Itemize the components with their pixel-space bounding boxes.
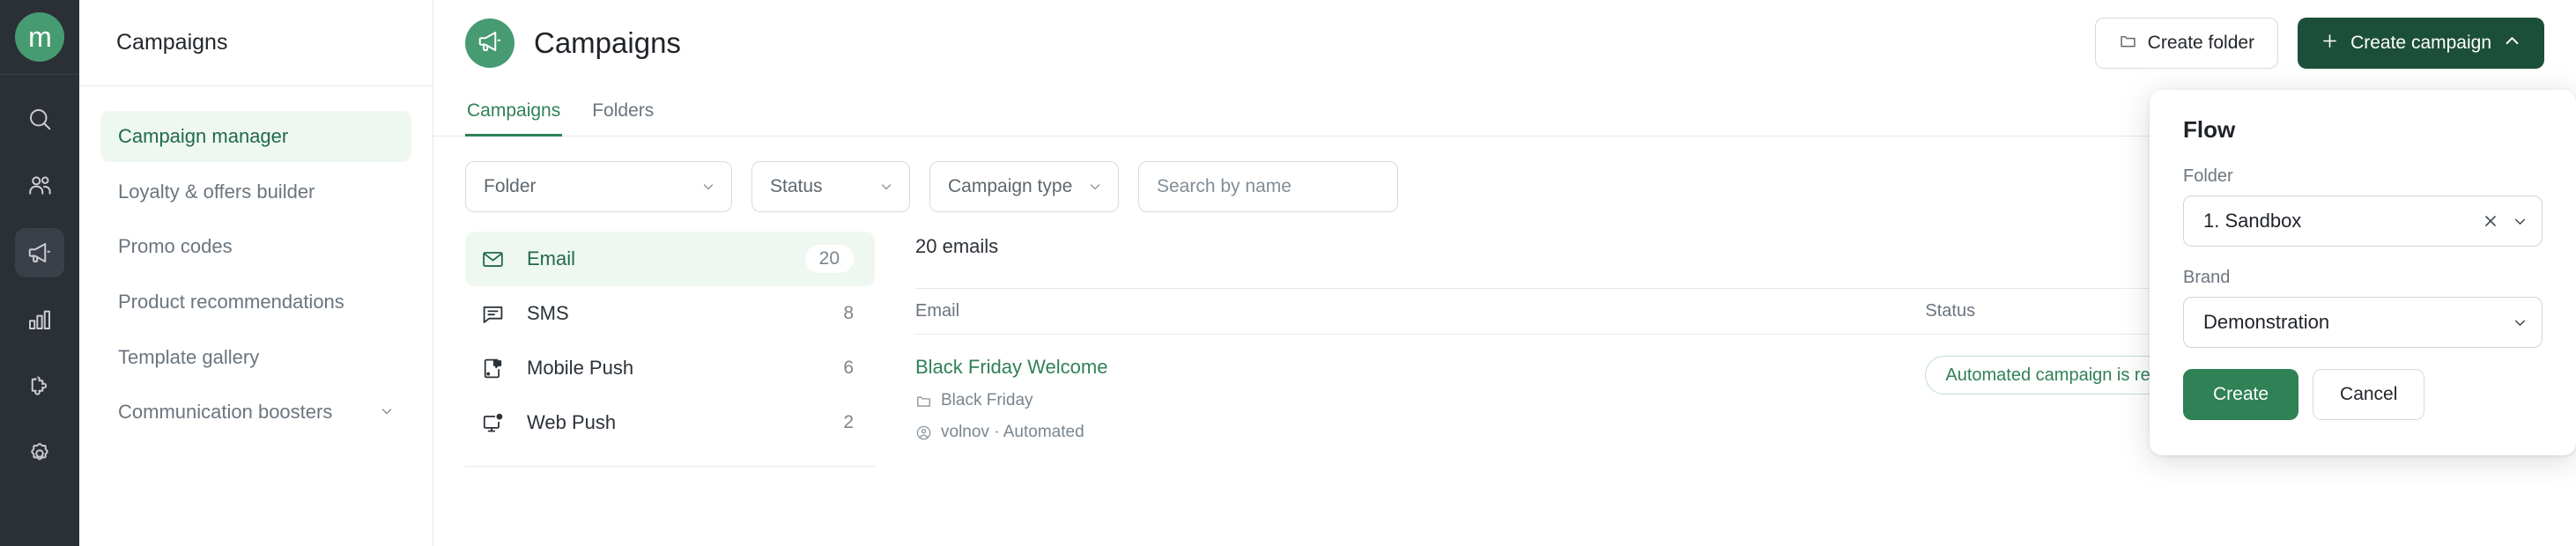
tab-campaigns[interactable]: Campaigns xyxy=(465,92,563,136)
create-campaign-button[interactable]: Create campaign xyxy=(2298,18,2544,69)
cell-email: Black Friday Welcome Black Friday volnov… xyxy=(915,335,1925,443)
folder-filter-select[interactable]: Folder xyxy=(465,161,732,212)
sidebar-item-campaign-manager[interactable]: Campaign manager xyxy=(100,111,411,162)
web-push-icon xyxy=(481,411,507,435)
page-title: Campaigns xyxy=(534,26,681,59)
rail-item-list xyxy=(15,75,64,478)
chevron-down-icon xyxy=(2513,315,2528,330)
folder-filter-label: Folder xyxy=(484,176,537,196)
secondary-nav-header: Campaigns xyxy=(79,0,433,86)
popover-folder-value: 1. Sandbox xyxy=(2203,210,2302,232)
channel-label: Web Push xyxy=(527,411,617,433)
sidebar-item-label: Communication boosters xyxy=(118,401,333,424)
folder-icon xyxy=(2119,32,2137,55)
channel-item-mobile-push[interactable]: Mobile Push 6 xyxy=(465,341,875,395)
page-avatar xyxy=(465,18,514,68)
rail-item-settings[interactable] xyxy=(15,429,64,478)
secondary-nav: Campaigns Campaign manager Loyalty & off… xyxy=(79,0,433,546)
popover-brand-label: Brand xyxy=(2183,268,2231,287)
rail-item-contacts[interactable] xyxy=(15,161,64,210)
chevron-down-icon xyxy=(2513,214,2528,229)
channel-label: SMS xyxy=(527,302,569,324)
channel-item-sms[interactable]: SMS 8 xyxy=(465,286,875,341)
search-icon xyxy=(26,106,53,132)
search-input[interactable] xyxy=(1138,161,1398,212)
create-folder-label: Create folder xyxy=(2147,33,2255,53)
mobile-push-icon xyxy=(481,357,507,380)
status-filter-select[interactable]: Status xyxy=(751,161,910,212)
channel-item-web-push[interactable]: Web Push 2 xyxy=(465,395,875,450)
campaign-type-filter-label: Campaign type xyxy=(948,176,1073,196)
page-header: Campaigns Create folder Create campaign xyxy=(433,0,2576,86)
popover-cancel-button[interactable]: Cancel xyxy=(2313,369,2425,420)
campaign-type-filter-select[interactable]: Campaign type xyxy=(929,161,1119,212)
popover-actions: Create Cancel xyxy=(2183,369,2543,420)
plus-icon xyxy=(2321,32,2339,55)
sidebar-item-label: Promo codes xyxy=(118,235,233,258)
analytics-icon xyxy=(26,306,53,333)
popover-title: Flow xyxy=(2183,116,2236,143)
chevron-down-icon xyxy=(701,180,715,194)
chevron-down-icon xyxy=(380,399,394,418)
main-content: Campaigns Create folder Create campaign … xyxy=(433,0,2576,546)
popover-folder-select[interactable]: 1. Sandbox xyxy=(2183,196,2543,247)
sidebar-item-label: Template gallery xyxy=(118,345,260,368)
megaphone-icon xyxy=(26,240,53,266)
sidebar-item-template-gallery[interactable]: Template gallery xyxy=(100,332,411,383)
create-folder-button[interactable]: Create folder xyxy=(2094,18,2279,69)
secondary-nav-list: Campaign manager Loyalty & offers builde… xyxy=(79,86,433,442)
app-logo[interactable]: m xyxy=(15,12,64,62)
campaign-author: volnov · Automated xyxy=(941,423,1084,441)
chevron-down-icon xyxy=(1088,180,1102,194)
sidebar-item-loyalty-offers-builder[interactable]: Loyalty & offers builder xyxy=(100,166,411,218)
sidebar-item-promo-codes[interactable]: Promo codes xyxy=(100,221,411,272)
sidebar-item-communication-boosters[interactable]: Communication boosters xyxy=(100,387,411,438)
puzzle-piece-icon xyxy=(26,373,53,400)
channel-label: Mobile Push xyxy=(527,357,634,379)
app-logo-letter: m xyxy=(28,21,52,53)
chat-bubble-icon xyxy=(481,302,507,326)
popover-brand-value: Demonstration xyxy=(2203,311,2330,333)
campaign-folder-meta: Black Friday xyxy=(915,391,1925,410)
user-circle-icon xyxy=(915,424,932,441)
sidebar-item-label: Loyalty & offers builder xyxy=(118,180,315,203)
status-filter-label: Status xyxy=(770,176,823,196)
channel-count: 20 xyxy=(804,245,854,273)
sidebar-item-label: Product recommendations xyxy=(118,291,344,314)
icon-rail: m xyxy=(0,0,79,546)
campaign-folder-name: Black Friday xyxy=(941,391,1033,410)
secondary-nav-title: Campaigns xyxy=(116,30,228,55)
popover-brand-select[interactable]: Demonstration xyxy=(2183,297,2543,348)
contacts-icon xyxy=(26,173,53,199)
channel-item-email[interactable]: Email 20 xyxy=(465,232,875,286)
campaign-name-link[interactable]: Black Friday Welcome xyxy=(915,356,1107,379)
megaphone-icon xyxy=(477,28,503,59)
sidebar-item-product-recommendations[interactable]: Product recommendations xyxy=(100,277,411,328)
column-header-email[interactable]: Email xyxy=(915,288,1926,335)
channel-count: 6 xyxy=(843,358,854,378)
popover-folder-label: Folder xyxy=(2183,166,2233,186)
channel-label: Email xyxy=(527,247,576,269)
gear-icon xyxy=(26,440,53,467)
channel-list-divider xyxy=(465,466,875,467)
popover-create-button[interactable]: Create xyxy=(2183,369,2299,420)
campaign-author-meta: volnov · Automated xyxy=(915,423,1925,442)
chevron-up-icon xyxy=(2503,32,2521,55)
folder-icon xyxy=(915,393,932,410)
rail-item-campaigns[interactable] xyxy=(15,228,64,277)
rail-item-search[interactable] xyxy=(15,94,64,144)
rail-item-analytics[interactable] xyxy=(15,295,64,344)
channel-list: Email 20 SMS 8 Mobile Push 6 Web Push 2 xyxy=(465,212,875,546)
app-root: m Campaigns Campaign manager Loyalty & o… xyxy=(0,0,2576,546)
create-campaign-label: Create campaign xyxy=(2350,33,2491,53)
close-icon[interactable] xyxy=(2483,213,2498,229)
sidebar-item-label: Campaign manager xyxy=(118,125,289,147)
channel-count: 8 xyxy=(843,303,854,323)
create-campaign-popover: Flow Folder 1. Sandbox Brand Demonstrati… xyxy=(2150,90,2576,455)
channel-count: 2 xyxy=(843,412,854,432)
tab-folders[interactable]: Folders xyxy=(590,92,655,136)
envelope-icon xyxy=(481,247,507,271)
chevron-down-icon xyxy=(879,180,893,194)
rail-item-integrations[interactable] xyxy=(15,362,64,411)
